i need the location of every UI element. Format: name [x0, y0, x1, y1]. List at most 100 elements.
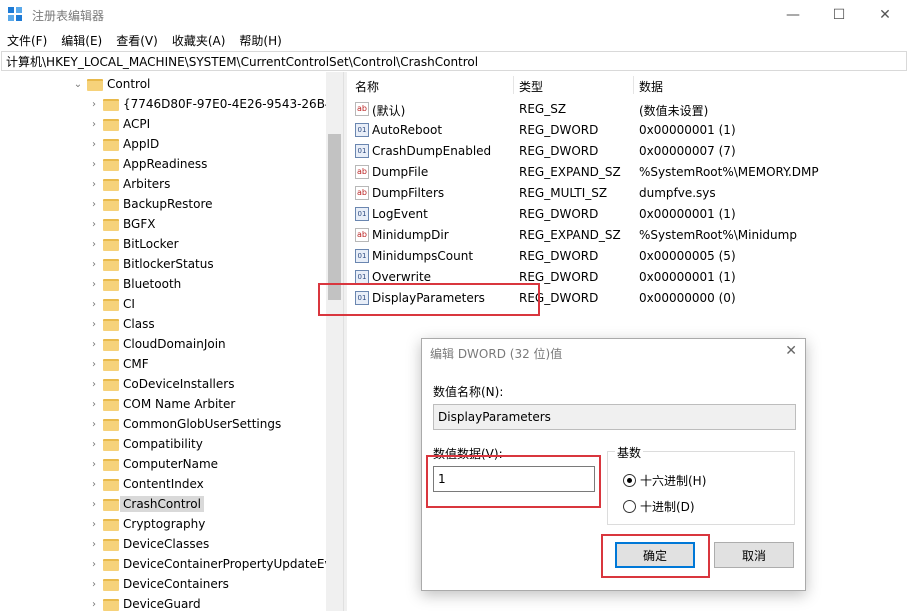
chevron-right-icon[interactable]: ›	[88, 339, 100, 350]
tree-item-11[interactable]: › Class	[0, 314, 326, 334]
tree-item-2[interactable]: › AppID	[0, 134, 326, 154]
tree-item-4[interactable]: › Arbiters	[0, 174, 326, 194]
menu-edit[interactable]: 编辑(E)	[54, 32, 109, 49]
dialog-close-icon[interactable]: ✕	[785, 343, 797, 359]
tree-item-control[interactable]: ⌄ Control	[0, 74, 326, 94]
chevron-right-icon[interactable]: ›	[88, 299, 100, 310]
chevron-right-icon[interactable]: ›	[88, 439, 100, 450]
column-divider[interactable]	[633, 76, 634, 94]
chevron-right-icon[interactable]: ›	[88, 599, 100, 610]
chevron-right-icon[interactable]: ›	[88, 479, 100, 490]
tree-item-23[interactable]: › DeviceContainerPropertyUpdateEve	[0, 554, 326, 574]
tree-scrollbar-thumb[interactable]	[328, 134, 341, 300]
tree-item-13[interactable]: › CMF	[0, 354, 326, 374]
chevron-down-icon[interactable]: ⌄	[72, 79, 84, 90]
tree-item-label: DeviceContainers	[123, 577, 229, 591]
tree-item-label: Bluetooth	[123, 277, 182, 291]
tree-item-16[interactable]: › CommonGlobUserSettings	[0, 414, 326, 434]
tree-item-5[interactable]: › BackupRestore	[0, 194, 326, 214]
value-name-field[interactable]: DisplayParameters	[433, 404, 796, 430]
tree-item-18[interactable]: › ComputerName	[0, 454, 326, 474]
chevron-right-icon[interactable]: ›	[88, 139, 100, 150]
radio-hex-label: 十六进制(H)	[640, 474, 707, 488]
tree-item-22[interactable]: › DeviceClasses	[0, 534, 326, 554]
column-divider[interactable]	[513, 76, 514, 94]
value-row[interactable]: ab MinidumpDir REG_EXPAND_SZ %SystemRoot%\M…	[347, 225, 908, 246]
radio-hex[interactable]: 十六进制(H)	[623, 472, 706, 489]
radio-decimal[interactable]: 十进制(D)	[623, 498, 695, 515]
column-data-header[interactable]: 数据	[639, 78, 663, 95]
folder-icon	[103, 299, 119, 311]
column-name-header[interactable]: 名称	[355, 78, 379, 95]
value-row[interactable]: ab DumpFilters REG_MULTI_SZ dumpfve.sys	[347, 183, 908, 204]
tree-item-0[interactable]: › {7746D80F-97E0-4E26-9543-26B41	[0, 94, 326, 114]
chevron-right-icon[interactable]: ›	[88, 239, 100, 250]
tree-item-10[interactable]: › CI	[0, 294, 326, 314]
tree-item-label: DeviceClasses	[123, 537, 210, 551]
tree-item-9[interactable]: › Bluetooth	[0, 274, 326, 294]
address-bar[interactable]: 计算机\HKEY_LOCAL_MACHINE\SYSTEM\CurrentCon…	[1, 51, 907, 71]
menu-file[interactable]: 文件(F)	[0, 32, 54, 49]
chevron-right-icon[interactable]: ›	[88, 379, 100, 390]
minimize-button[interactable]: —	[770, 0, 816, 30]
radio-hex-dot[interactable]	[623, 474, 636, 487]
folder-icon	[103, 399, 119, 411]
chevron-right-icon[interactable]: ›	[88, 559, 100, 570]
tree-item-6[interactable]: › BGFX	[0, 214, 326, 234]
value-row[interactable]: 01 AutoReboot REG_DWORD 0x00000001 (1)	[347, 120, 908, 141]
chevron-right-icon[interactable]: ›	[88, 179, 100, 190]
tree-item-15[interactable]: › COM Name Arbiter	[0, 394, 326, 414]
chevron-right-icon[interactable]: ›	[88, 99, 100, 110]
value-row[interactable]: 01 LogEvent REG_DWORD 0x00000001 (1)	[347, 204, 908, 225]
tree-item-24[interactable]: › DeviceContainers	[0, 574, 326, 594]
string-value-icon: ab	[355, 186, 369, 200]
chevron-right-icon[interactable]: ›	[88, 319, 100, 330]
column-type-header[interactable]: 类型	[519, 78, 543, 95]
tree-item-12[interactable]: › CloudDomainJoin	[0, 334, 326, 354]
chevron-right-icon[interactable]: ›	[88, 579, 100, 590]
chevron-right-icon[interactable]: ›	[88, 259, 100, 270]
chevron-right-icon[interactable]: ›	[88, 539, 100, 550]
folder-icon	[103, 279, 119, 291]
menu-favorites[interactable]: 收藏夹(A)	[165, 32, 233, 49]
chevron-right-icon[interactable]: ›	[88, 359, 100, 370]
chevron-right-icon[interactable]: ›	[88, 399, 100, 410]
tree-item-21[interactable]: › Cryptography	[0, 514, 326, 534]
chevron-right-icon[interactable]: ›	[88, 119, 100, 130]
dialog-title: 编辑 DWORD (32 位)值	[430, 347, 563, 361]
tree-item-25[interactable]: › DeviceGuard	[0, 594, 326, 611]
tree-item-1[interactable]: › ACPI	[0, 114, 326, 134]
folder-icon	[103, 439, 119, 451]
value-row[interactable]: 01 MinidumpsCount REG_DWORD 0x00000005 (5)	[347, 246, 908, 267]
tree-item-14[interactable]: › CoDeviceInstallers	[0, 374, 326, 394]
chevron-right-icon[interactable]: ›	[88, 499, 100, 510]
tree-item-17[interactable]: › Compatibility	[0, 434, 326, 454]
chevron-right-icon[interactable]: ›	[88, 159, 100, 170]
chevron-right-icon[interactable]: ›	[88, 219, 100, 230]
value-data: 0x00000001 (1)	[639, 123, 736, 137]
tree-item-20[interactable]: › CrashControl	[0, 494, 326, 514]
menu-help[interactable]: 帮助(H)	[232, 32, 288, 49]
menu-view[interactable]: 查看(V)	[109, 32, 165, 49]
value-row[interactable]: ab (默认) REG_SZ (数值未设置)	[347, 99, 908, 120]
tree-item-8[interactable]: › BitlockerStatus	[0, 254, 326, 274]
value-data: %SystemRoot%\MEMORY.DMP	[639, 165, 819, 179]
tree-item-7[interactable]: › BitLocker	[0, 234, 326, 254]
value-row[interactable]: 01 CrashDumpEnabled REG_DWORD 0x00000007 (7…	[347, 141, 908, 162]
value-row[interactable]: ab DumpFile REG_EXPAND_SZ %SystemRoot%\MEMO…	[347, 162, 908, 183]
tree-scrollbar[interactable]	[326, 72, 343, 611]
binary-value-icon: 01	[355, 207, 369, 221]
chevron-right-icon[interactable]: ›	[88, 419, 100, 430]
cancel-button[interactable]: 取消	[714, 542, 794, 568]
tree-item-19[interactable]: › ContentIndex	[0, 474, 326, 494]
chevron-right-icon[interactable]: ›	[88, 199, 100, 210]
maximize-button[interactable]: ☐	[816, 0, 862, 30]
chevron-right-icon[interactable]: ›	[88, 459, 100, 470]
tree-item-label: BitLocker	[123, 237, 179, 251]
chevron-right-icon[interactable]: ›	[88, 519, 100, 530]
radio-decimal-dot[interactable]	[623, 500, 636, 513]
close-button[interactable]: ✕	[862, 0, 908, 30]
chevron-right-icon[interactable]: ›	[88, 279, 100, 290]
folder-icon	[103, 199, 119, 211]
tree-item-3[interactable]: › AppReadiness	[0, 154, 326, 174]
